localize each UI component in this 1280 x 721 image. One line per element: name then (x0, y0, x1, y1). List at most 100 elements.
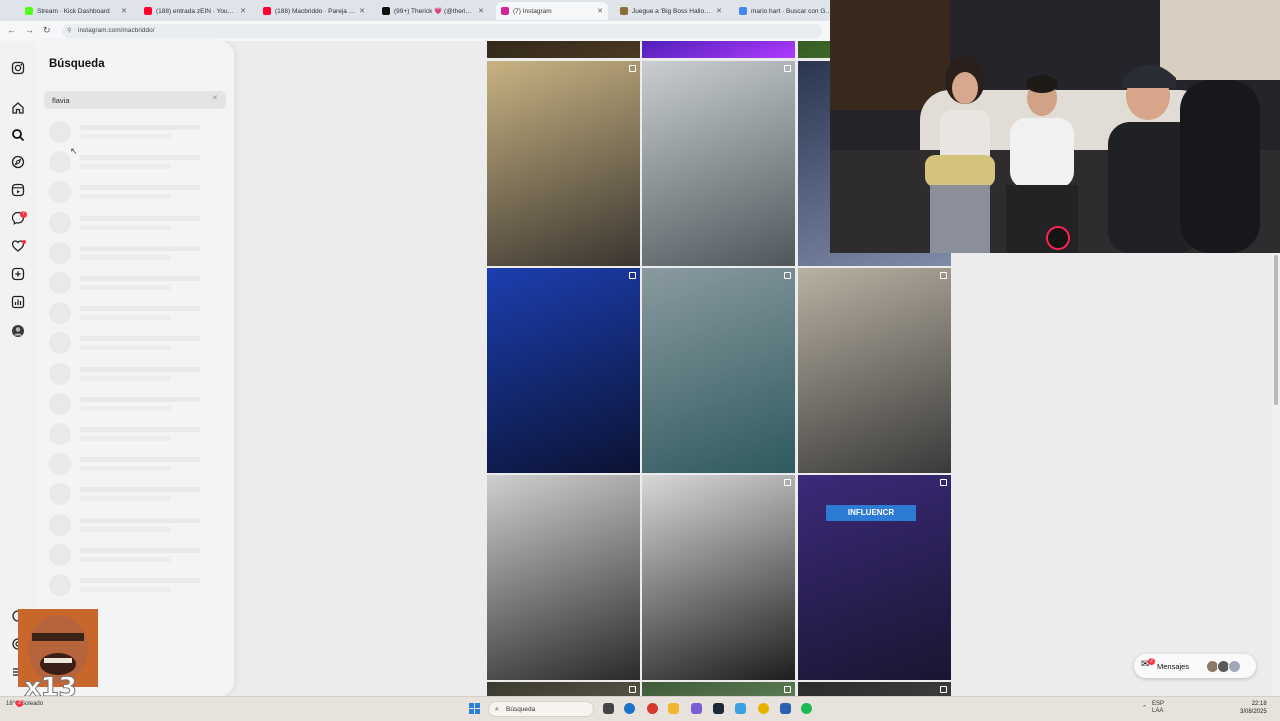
post-denim-seated[interactable] (642, 268, 795, 473)
post-kayak[interactable] (642, 61, 795, 266)
post-bottom-3[interactable] (798, 682, 951, 696)
search-panel: Búsqueda ✕ (36, 41, 234, 696)
search-result-skeleton (49, 362, 219, 385)
home-icon[interactable] (11, 101, 25, 115)
skeleton-avatar (49, 483, 71, 506)
instagram-logo-icon[interactable] (11, 61, 25, 75)
search-input[interactable] (44, 91, 226, 109)
site-info-icon[interactable]: ⚲ (67, 24, 71, 38)
browser-tab[interactable]: (188) Macbriddo · Pareja Del Añ✕ (258, 2, 370, 20)
browser-tab[interactable]: (188) entrada zEIN · YouTube ✕ (139, 2, 251, 20)
search-result-skeleton (49, 513, 219, 536)
weather-widget[interactable]: 18°C Soleado (6, 701, 43, 707)
post-bottom-2[interactable] (642, 682, 795, 696)
post-concert-mic[interactable] (487, 268, 640, 473)
tab-close-icon[interactable]: ✕ (478, 7, 484, 15)
post-airport[interactable] (798, 268, 951, 473)
taskbar-notification-badge: 2 (16, 700, 23, 707)
clock-time: 22:18 (1251, 701, 1267, 707)
post-bottom-1[interactable] (487, 682, 640, 696)
browser-tab[interactable]: Juegue a 'Big Boss Halloween 2✕ (615, 2, 727, 20)
stream-webcam-overlay (830, 0, 1280, 253)
scrollbar-thumb[interactable] (1274, 255, 1278, 405)
edge-browser-icon[interactable] (624, 703, 635, 714)
search-result-skeleton (49, 272, 219, 294)
skeleton-avatar (49, 543, 71, 566)
steam-icon[interactable] (713, 703, 724, 714)
search-result-skeleton (49, 574, 219, 596)
tab-close-icon[interactable]: ✕ (240, 7, 246, 15)
app-icon[interactable] (647, 703, 658, 714)
skeleton-line (79, 245, 201, 251)
search-result-skeleton (49, 423, 219, 445)
task-view-icon[interactable] (603, 703, 614, 714)
skeleton-avatar (49, 423, 71, 445)
skeleton-avatar (49, 211, 71, 234)
post-leather-jacket[interactable] (642, 475, 795, 680)
explore-icon[interactable] (11, 155, 25, 169)
back-icon[interactable]: ← (7, 25, 16, 35)
forward-icon[interactable]: → (25, 25, 34, 35)
chrome-browser-icon[interactable] (758, 703, 769, 714)
skeleton-line (79, 164, 171, 170)
taskbar-search-box[interactable]: ⌕ Búsqueda (488, 701, 594, 717)
page-scrollbar[interactable] (1272, 253, 1280, 696)
skeleton-line (79, 254, 171, 260)
skeleton-avatar (49, 241, 71, 264)
system-tray[interactable]: ⌃ ESP LAA (1142, 701, 1164, 715)
browser-tab[interactable]: (7) Instagram ✕ (496, 2, 608, 20)
skeleton-avatar (49, 121, 71, 143)
dashboard-icon[interactable] (11, 295, 25, 309)
search-result-skeleton (49, 483, 219, 506)
skeleton-line (79, 457, 201, 463)
skeleton-line (79, 276, 201, 281)
carousel-icon (784, 686, 791, 693)
file-explorer-icon[interactable] (668, 703, 679, 714)
search-result-skeleton (49, 453, 219, 476)
reload-icon[interactable]: ↻ (43, 25, 51, 36)
app-icon[interactable] (735, 703, 746, 714)
create-plus-icon[interactable] (11, 267, 25, 281)
tab-close-icon[interactable]: ✕ (597, 7, 603, 15)
url-field[interactable]: ⚲ instagram.com/macbriddo/ (62, 24, 822, 38)
search-result-skeleton (49, 332, 219, 355)
post-purple-top-2[interactable] (642, 41, 795, 58)
skeleton-line (79, 315, 171, 321)
language-indicator[interactable]: ESP LAA (1152, 701, 1164, 715)
skeleton-line (79, 306, 201, 312)
reels-icon[interactable] (11, 183, 25, 197)
skeleton-line (79, 578, 201, 583)
skeleton-line (79, 396, 201, 402)
skeleton-avatar (49, 392, 71, 415)
skeleton-line (79, 194, 171, 200)
spotify-icon[interactable] (801, 703, 812, 714)
windows-start-icon[interactable] (469, 703, 480, 714)
tab-favicon-icon (382, 7, 390, 15)
skeleton-line (79, 125, 201, 130)
post-dancing[interactable] (487, 61, 640, 266)
tray-overflow-icon[interactable]: ⌃ (1142, 706, 1147, 712)
search-panel-title: Búsqueda (49, 58, 105, 70)
profile-avatar-icon[interactable] (11, 324, 25, 338)
browser-tab[interactable]: Stream · Kick Dashboard ✕ (20, 2, 132, 20)
discord-icon[interactable] (691, 703, 702, 714)
tab-close-icon[interactable]: ✕ (716, 7, 722, 15)
messages-count-badge: 2 (1148, 658, 1155, 665)
app-icon[interactable] (780, 703, 791, 714)
system-clock[interactable]: 22:18 3/08/2025 (1240, 700, 1267, 716)
skeleton-avatar (49, 332, 71, 355)
messages-button[interactable]: ✉ 2 Mensajes (1134, 654, 1256, 678)
post-bw-pointing[interactable] (487, 475, 640, 680)
skeleton-line (79, 436, 171, 441)
clear-search-icon[interactable]: ✕ (212, 94, 218, 102)
post-crowd-influencer[interactable]: INFLUENCR (798, 475, 951, 680)
post-dark-top-1[interactable] (487, 41, 640, 58)
tab-close-icon[interactable]: ✕ (121, 7, 127, 15)
carousel-icon (940, 479, 947, 486)
tab-close-icon[interactable]: ✕ (359, 7, 365, 15)
browser-tab[interactable]: (99+) Therick 💗 (@therick_1) |✕ (377, 2, 489, 20)
search-icon[interactable] (11, 128, 25, 142)
carousel-icon (629, 65, 636, 72)
tab-label: (7) Instagram (513, 7, 552, 15)
carousel-icon (629, 272, 636, 279)
